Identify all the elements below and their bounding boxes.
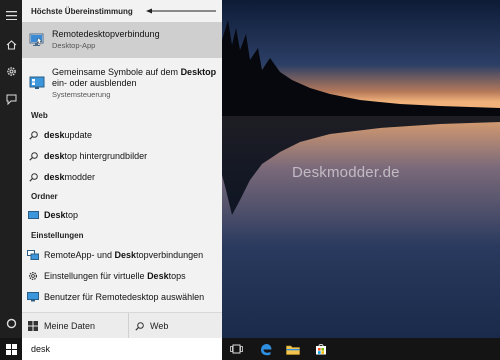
folder-item-desktop[interactable]: Desktop bbox=[22, 207, 222, 223]
search-icon bbox=[22, 130, 44, 140]
gear-icon bbox=[22, 271, 44, 281]
start-rail bbox=[0, 0, 22, 338]
tab-my-data-label: Meine Daten bbox=[44, 321, 96, 331]
remote-desktop-icon bbox=[22, 33, 52, 47]
desktop-icons-icon bbox=[22, 76, 52, 90]
search-scope-tabs: Meine Daten Web bbox=[22, 312, 222, 339]
remoteapp-icon bbox=[22, 250, 44, 260]
control-panel-item[interactable]: Gemeinsame Symbole auf dem Desktop ein- … bbox=[22, 62, 222, 104]
web-item-1-rest: update bbox=[64, 129, 93, 140]
search-results-panel: Höchste Übereinstimmung Remotedesktopver… bbox=[22, 0, 222, 339]
web-item-desktop-hintergrundbilder[interactable]: desktop hintergrundbilder bbox=[22, 148, 222, 164]
best-match-title: Remotedesktopverbindung bbox=[52, 29, 160, 39]
task-view-icon[interactable] bbox=[228, 342, 244, 356]
settings-item-1-pre: RemoteApp- und bbox=[44, 249, 115, 260]
edge-icon[interactable] bbox=[257, 342, 273, 356]
search-input[interactable] bbox=[22, 343, 213, 355]
control-panel-line2: ein- oder ausblenden bbox=[52, 77, 137, 88]
web-item-2-bold: desk bbox=[44, 150, 65, 161]
search-icon bbox=[22, 172, 44, 182]
settings-item-2-rest: tops bbox=[168, 270, 186, 281]
cortana-icon[interactable] bbox=[0, 312, 22, 334]
store-icon[interactable] bbox=[313, 342, 329, 356]
search-icon bbox=[22, 151, 44, 161]
feedback-icon[interactable] bbox=[0, 88, 22, 110]
file-explorer-icon[interactable] bbox=[285, 342, 301, 356]
windows-icon bbox=[28, 321, 38, 331]
settings-item-remotedesktop-users[interactable]: Benutzer für Remotedesktop auswählen bbox=[22, 289, 222, 305]
watermark-text: Deskmodder.de bbox=[292, 164, 400, 181]
folder-item-bold: Desk bbox=[44, 209, 66, 220]
settings-item-2-bold: Desk bbox=[147, 270, 169, 281]
control-panel-subtitle: Systemsteuerung bbox=[52, 89, 111, 99]
gear-icon[interactable] bbox=[0, 60, 22, 82]
control-panel-line1-bold: Desktop bbox=[180, 66, 217, 77]
tab-my-data[interactable]: Meine Daten bbox=[22, 313, 129, 339]
best-match-subtitle: Desktop-App bbox=[52, 41, 96, 50]
best-match-item[interactable]: Remotedesktopverbindung Desktop-App bbox=[22, 22, 222, 58]
folder-item-rest: top bbox=[65, 209, 79, 220]
settings-heading: Einstellungen bbox=[31, 231, 84, 240]
folder-heading: Ordner bbox=[31, 192, 58, 201]
web-item-3-rest: modder bbox=[64, 171, 96, 182]
web-item-2-rest: top hintergrundbilder bbox=[64, 150, 148, 161]
settings-item-2-pre: Einstellungen für virtuelle bbox=[44, 270, 148, 281]
web-item-3-bold: desk bbox=[44, 171, 65, 182]
web-item-1-bold: desk bbox=[44, 129, 65, 140]
control-panel-line1-prefix: Gemeinsame Symbole auf dem bbox=[52, 66, 181, 77]
tab-web[interactable]: Web bbox=[129, 313, 168, 339]
settings-item-3-text: Benutzer für Remotedesktop auswählen bbox=[44, 291, 205, 302]
tab-web-label: Web bbox=[150, 321, 169, 331]
web-item-deskupdate[interactable]: deskupdate bbox=[22, 127, 222, 143]
settings-item-remoteapp[interactable]: RemoteApp- und Desktopverbindungen bbox=[22, 247, 222, 263]
folder-desktop-icon bbox=[22, 211, 44, 219]
settings-item-virtual-desktops[interactable]: Einstellungen für virtuelle Desktops bbox=[22, 268, 222, 284]
best-match-heading: Höchste Übereinstimmung bbox=[31, 7, 133, 16]
search-icon bbox=[135, 321, 144, 331]
hamburger-icon[interactable] bbox=[0, 4, 22, 26]
windows-start-icon[interactable] bbox=[3, 342, 19, 356]
home-icon[interactable] bbox=[0, 34, 22, 56]
settings-item-1-bold: Desk bbox=[114, 249, 137, 260]
settings-item-1-rest: topverbindungen bbox=[136, 249, 204, 260]
monitor-icon bbox=[22, 292, 44, 302]
search-box[interactable] bbox=[22, 338, 222, 360]
annotation-arrow bbox=[146, 8, 216, 14]
web-item-deskmodder[interactable]: deskmodder bbox=[22, 169, 222, 185]
web-heading: Web bbox=[31, 111, 48, 120]
